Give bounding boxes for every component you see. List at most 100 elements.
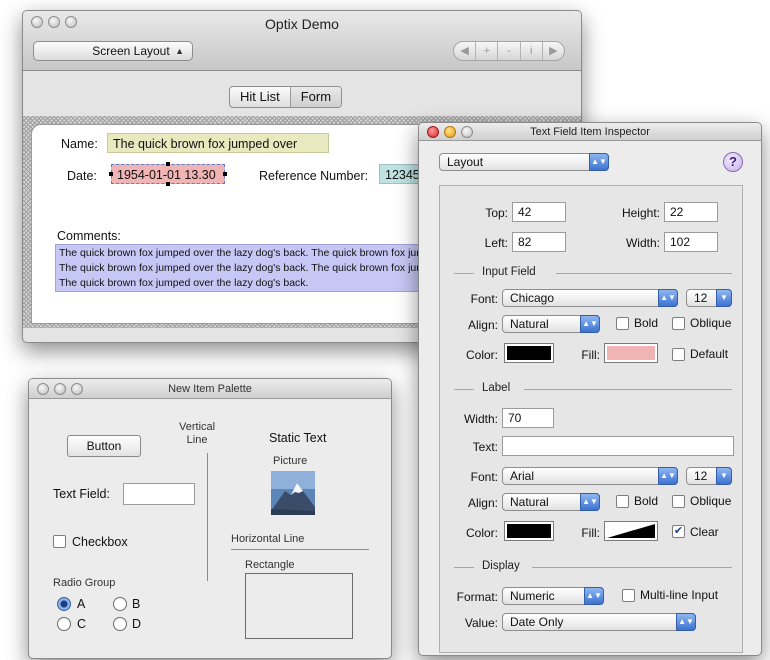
input-field-section: Input Field <box>454 266 732 280</box>
info-button[interactable]: i <box>521 42 543 60</box>
chevron-updown-icon: ▲▼ <box>584 587 604 605</box>
label-color-label: Color: <box>465 526 498 540</box>
format-value: Numeric <box>510 589 555 603</box>
zoom-icon[interactable] <box>65 16 77 28</box>
height-label: Height: <box>621 206 660 220</box>
minimize-icon[interactable] <box>48 16 60 28</box>
palette-text-field-item[interactable] <box>123 483 195 505</box>
left-field[interactable]: 82 <box>512 232 566 252</box>
label-bold-checkbox[interactable] <box>616 495 629 508</box>
label-align-value: Natural <box>510 495 549 509</box>
tab-hit-list[interactable]: Hit List <box>230 87 291 107</box>
radio-c[interactable] <box>57 617 71 631</box>
left-label: Left: <box>484 236 508 250</box>
input-size-combo[interactable]: 12 ▼ <box>686 289 732 307</box>
resize-handle[interactable] <box>223 172 227 176</box>
input-size-value: 12 <box>694 291 708 305</box>
screen-layout-popup[interactable]: Screen Layout ▲ <box>33 41 193 61</box>
palette-checkbox-item[interactable] <box>53 535 66 548</box>
previous-record-button[interactable]: ◀ <box>454 42 477 60</box>
next-record-button[interactable]: ▶ <box>543 42 564 60</box>
format-popup[interactable]: Numeric ▲▼ <box>502 587 604 605</box>
date-field[interactable]: 1954-01-01 13.30 <box>111 164 225 184</box>
input-fill-well[interactable] <box>604 343 658 363</box>
label-size-combo[interactable]: 12 ▼ <box>686 467 732 485</box>
fill-swatch <box>607 346 655 360</box>
close-icon[interactable] <box>37 383 49 395</box>
add-record-button[interactable]: + <box>476 42 499 60</box>
input-oblique-checkbox[interactable] <box>672 317 685 330</box>
input-font-popup[interactable]: Chicago ▲▼ <box>502 289 678 307</box>
label-fill-well[interactable] <box>604 521 658 541</box>
multiline-checkbox[interactable] <box>622 589 635 602</box>
label-align-label: Align: <box>467 496 498 510</box>
palette-vertical-line-label: Vertical Line <box>179 421 216 446</box>
label-font-popup[interactable]: Arial ▲▼ <box>502 467 678 485</box>
top-field[interactable]: 42 <box>512 202 566 222</box>
inspector-mode-value: Layout <box>447 155 484 169</box>
resize-handle[interactable] <box>109 172 113 176</box>
window-title: Optix Demo <box>265 16 339 32</box>
label-color-well[interactable] <box>504 521 554 541</box>
palette-text-field-label: Text Field: <box>53 487 110 501</box>
inspector-mode-popup[interactable]: Layout ▲▼ <box>439 153 609 171</box>
minimize-icon[interactable] <box>444 126 456 138</box>
tab-form[interactable]: Form <box>290 87 342 107</box>
divider <box>532 567 732 568</box>
label-bold-label: Bold <box>634 494 659 508</box>
palette-radio-group-label: Radio Group <box>53 577 116 589</box>
clear-checkbox[interactable]: ✔ <box>672 525 685 538</box>
display-heading: Display <box>482 560 520 572</box>
close-icon[interactable] <box>31 16 43 28</box>
help-button[interactable]: ? <box>723 152 743 172</box>
resize-handle[interactable] <box>166 182 170 186</box>
delete-record-button[interactable]: - <box>498 42 521 60</box>
height-field[interactable]: 22 <box>664 202 718 222</box>
close-icon[interactable] <box>427 126 439 138</box>
color-swatch <box>507 346 551 360</box>
name-field[interactable]: The quick brown fox jumped over <box>107 133 329 153</box>
multiline-label: Multi-line Input <box>640 588 719 602</box>
chevron-updown-icon: ▲▼ <box>676 613 696 631</box>
main-titlebar: Optix Demo Screen Layout ▲ ◀ + - i ▶ <box>23 11 581 71</box>
radio-a[interactable] <box>57 597 71 611</box>
name-label: Name: <box>61 137 98 151</box>
divider <box>454 567 474 568</box>
palette-horizontal-line-label: Horizontal Line <box>231 533 305 545</box>
label-width-field[interactable]: 70 <box>502 408 554 428</box>
radio-b[interactable] <box>113 597 127 611</box>
input-align-popup[interactable]: Natural ▲▼ <box>502 315 600 333</box>
palette-button-item[interactable]: Button <box>67 435 141 457</box>
width-label: Width: <box>625 236 660 250</box>
palette-picture-item[interactable] <box>271 471 315 515</box>
palette-static-text-item[interactable]: Static Text <box>269 431 326 445</box>
default-checkbox[interactable] <box>672 348 685 361</box>
chevron-down-icon: ▼ <box>716 289 732 307</box>
label-oblique-checkbox[interactable] <box>672 495 685 508</box>
zoom-icon[interactable] <box>461 126 473 138</box>
divider <box>454 389 474 390</box>
label-section: Label <box>454 382 732 396</box>
label-text-field[interactable] <box>502 436 734 456</box>
label-width-label: Width: <box>463 412 498 426</box>
new-item-palette-window: New Item Palette Button Vertical Line St… <box>28 378 392 659</box>
inspector-titlebar: Text Field Item Inspector <box>419 123 761 141</box>
resize-handle[interactable] <box>166 162 170 166</box>
label-text-label: Text: <box>472 440 498 454</box>
input-bold-checkbox[interactable] <box>616 317 629 330</box>
palette-horizontal-line-item[interactable] <box>231 549 369 550</box>
minimize-icon[interactable] <box>54 383 66 395</box>
radio-b-label: B <box>132 597 141 611</box>
palette-vertical-line-item[interactable] <box>207 453 208 581</box>
radio-d[interactable] <box>113 617 127 631</box>
input-color-well[interactable] <box>504 343 554 363</box>
window-controls <box>31 16 77 28</box>
zoom-icon[interactable] <box>71 383 83 395</box>
top-label: Top: <box>485 206 508 220</box>
palette-rectangle-item[interactable] <box>245 573 353 639</box>
width-field[interactable]: 102 <box>664 232 718 252</box>
value-popup[interactable]: Date Only ▲▼ <box>502 613 696 631</box>
label-size-value: 12 <box>694 469 708 483</box>
label-align-popup[interactable]: Natural ▲▼ <box>502 493 600 511</box>
radio-c-label: C <box>77 617 87 631</box>
